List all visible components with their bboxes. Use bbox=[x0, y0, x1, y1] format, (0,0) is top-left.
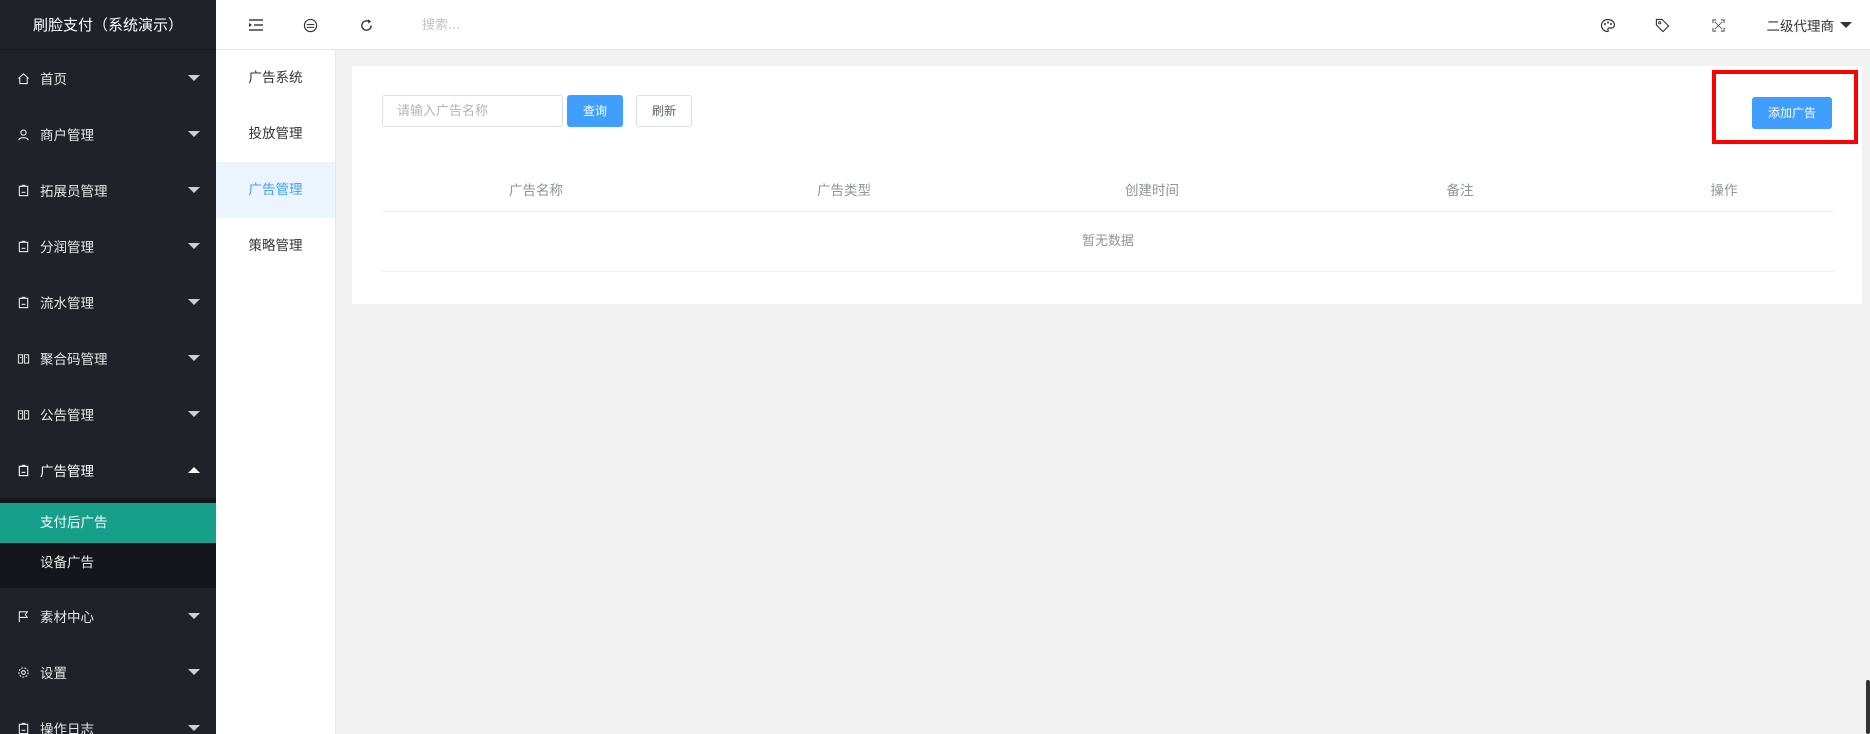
flag-icon bbox=[16, 609, 30, 623]
sidebar-item-label: 公告管理 bbox=[40, 408, 94, 424]
sidebar-item-label: 首页 bbox=[40, 72, 67, 88]
clipboard-icon bbox=[16, 463, 30, 477]
column-header: 备注 bbox=[1446, 182, 1474, 199]
column-header: 广告类型 bbox=[817, 182, 871, 199]
chevron-down-icon bbox=[188, 613, 200, 619]
caret-down-icon bbox=[1840, 22, 1852, 28]
tag-icon[interactable] bbox=[1652, 15, 1672, 35]
app-logo-title: 刷脸支付（系统演示） bbox=[0, 0, 216, 50]
sidebar-item-label: 素材中心 bbox=[40, 610, 94, 626]
sidebar-subitem-post-payment-ads[interactable]: 支付后广告 bbox=[0, 503, 216, 543]
sidebar-item-merchants[interactable]: 商户管理 bbox=[0, 106, 216, 162]
chevron-down-icon bbox=[188, 187, 200, 193]
clipboard-icon bbox=[16, 183, 30, 197]
chevron-down-icon bbox=[188, 725, 200, 731]
subnav-ad-system[interactable]: 广告系统 bbox=[216, 50, 335, 106]
fullscreen-icon[interactable] bbox=[1708, 15, 1728, 35]
chevron-down-icon bbox=[188, 75, 200, 81]
sidebar-item-label: 操作日志 bbox=[40, 722, 94, 734]
table-header: 广告名称 广告类型 创建时间 备注 操作 bbox=[382, 166, 1834, 212]
read-icon bbox=[16, 407, 30, 421]
sidebar-item-transactions[interactable]: 流水管理 bbox=[0, 274, 216, 330]
subnav-ad-management[interactable]: 广告管理 bbox=[216, 162, 335, 218]
content-card: 查询 刷新 添加广告 广告名称 广告类型 创建时间 备注 操作 暂无数据 bbox=[352, 66, 1862, 304]
sidebar-item-label: 拓展员管理 bbox=[40, 184, 108, 200]
ad-name-input[interactable] bbox=[382, 95, 563, 127]
column-header: 操作 bbox=[1710, 182, 1738, 199]
sidebar-item-label: 设置 bbox=[40, 666, 67, 682]
subnav-delivery-management[interactable]: 投放管理 bbox=[216, 106, 335, 162]
chevron-down-icon bbox=[188, 669, 200, 675]
chevron-down-icon bbox=[188, 411, 200, 417]
ads-table: 广告名称 广告类型 创建时间 备注 操作 暂无数据 bbox=[382, 166, 1834, 272]
sidebar-item-materials[interactable]: 素材中心 bbox=[0, 588, 216, 644]
refresh-icon[interactable] bbox=[356, 15, 376, 35]
chevron-down-icon bbox=[188, 355, 200, 361]
sidebar-subitem-device-ads[interactable]: 设备广告 bbox=[0, 543, 216, 583]
user-icon bbox=[16, 127, 30, 141]
read-icon bbox=[16, 351, 30, 365]
sidebar-item-ad-management[interactable]: 广告管理 bbox=[0, 442, 216, 498]
column-header: 广告名称 bbox=[509, 182, 563, 199]
menu-fold-icon[interactable] bbox=[246, 15, 266, 35]
scrollbar[interactable] bbox=[1866, 680, 1870, 734]
sidebar-item-home[interactable]: 首页 bbox=[0, 50, 216, 106]
sidebar-item-promoters[interactable]: 拓展员管理 bbox=[0, 162, 216, 218]
sidebar-item-label: 聚合码管理 bbox=[40, 352, 108, 368]
sidebar-item-label: 商户管理 bbox=[40, 128, 94, 144]
highlight-box: 添加广告 bbox=[1712, 70, 1858, 144]
sidebar-item-aggregate-codes[interactable]: 聚合码管理 bbox=[0, 330, 216, 386]
sidebar-item-label: 分润管理 bbox=[40, 240, 94, 256]
sidebar-item-settings[interactable]: 设置 bbox=[0, 644, 216, 700]
add-ad-button[interactable]: 添加广告 bbox=[1752, 97, 1832, 129]
search-input[interactable] bbox=[422, 14, 722, 36]
refresh-button[interactable]: 刷新 bbox=[636, 95, 692, 127]
sidebar: 刷脸支付（系统演示） 首页 商户管理 拓展员管理 分润管理 流水管理 聚合码管理… bbox=[0, 0, 216, 734]
user-name: 二级代理商 bbox=[1766, 19, 1835, 35]
query-button[interactable]: 查询 bbox=[567, 95, 623, 127]
clipboard-icon bbox=[16, 721, 30, 734]
secondary-nav: 广告系统 投放管理 广告管理 策略管理 bbox=[216, 50, 336, 734]
chevron-down-icon bbox=[188, 243, 200, 249]
settings-icon bbox=[16, 665, 30, 679]
website-icon[interactable] bbox=[300, 15, 320, 35]
column-header: 创建时间 bbox=[1125, 182, 1179, 199]
top-header: 二级代理商 bbox=[216, 0, 1870, 50]
chevron-down-icon bbox=[188, 131, 200, 137]
clipboard-icon bbox=[16, 295, 30, 309]
sidebar-item-profit-sharing[interactable]: 分润管理 bbox=[0, 218, 216, 274]
sidebar-submenu-ads: 支付后广告 设备广告 bbox=[0, 498, 216, 588]
sidebar-item-label: 流水管理 bbox=[40, 296, 94, 312]
sidebar-item-announcements[interactable]: 公告管理 bbox=[0, 386, 216, 442]
home-icon bbox=[16, 71, 30, 85]
empty-state: 暂无数据 bbox=[382, 212, 1834, 272]
theme-palette-icon[interactable] bbox=[1598, 15, 1618, 35]
sidebar-item-label: 广告管理 bbox=[40, 464, 94, 480]
chevron-up-icon bbox=[188, 467, 200, 473]
chevron-down-icon bbox=[188, 299, 200, 305]
clipboard-icon bbox=[16, 239, 30, 253]
subnav-strategy-management[interactable]: 策略管理 bbox=[216, 218, 335, 274]
sidebar-item-operation-logs[interactable]: 操作日志 bbox=[0, 700, 216, 734]
user-menu[interactable]: 二级代理商 bbox=[1766, 0, 1852, 50]
